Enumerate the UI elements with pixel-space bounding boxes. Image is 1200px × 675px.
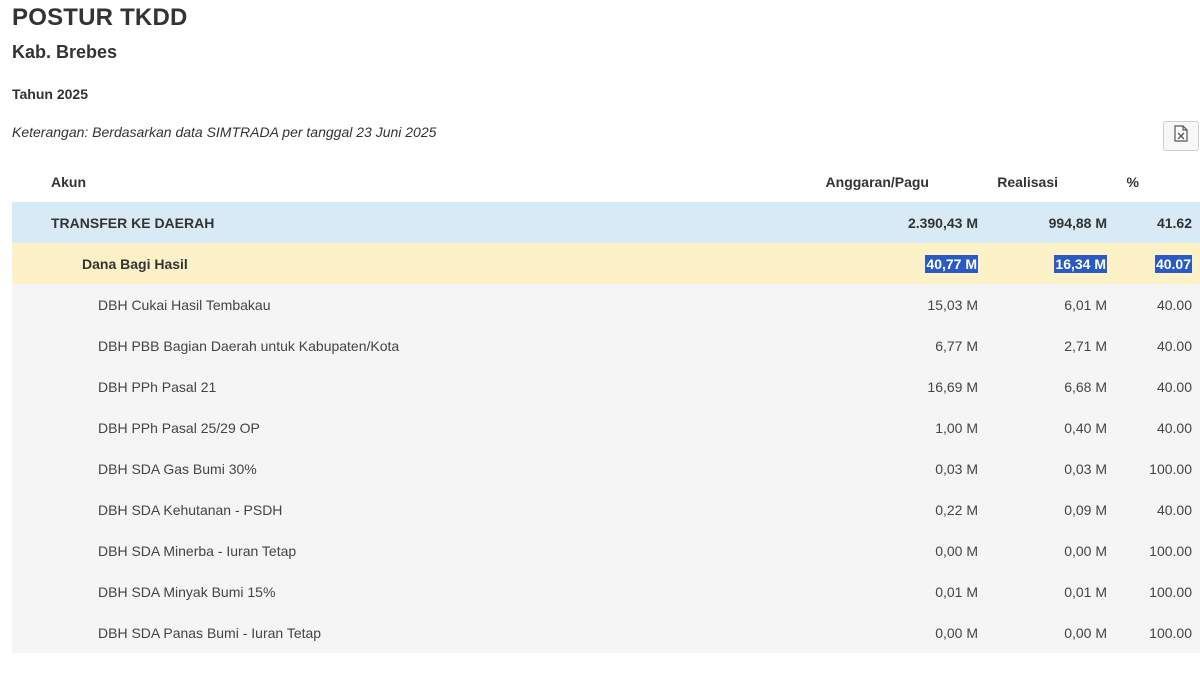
table-row-dana-bagi-hasil[interactable]: Dana Bagi Hasil 40,77 M 16,34 M 40.07 <box>12 243 1200 284</box>
table-row[interactable]: DBH SDA Minyak Bumi 15% 0,01 M 0,01 M 10… <box>12 571 1200 612</box>
data-source-note: Keterangan: Berdasarkan data SIMTRADA pe… <box>12 124 437 140</box>
year-label: Tahun 2025 <box>12 86 88 102</box>
row-pagu: 1,00 M <box>935 419 978 436</box>
row-percent: 100.00 <box>1149 460 1192 477</box>
row-realisasi: 2,71 M <box>1064 337 1107 354</box>
row-realisasi: 16,34 M <box>1054 243 1107 284</box>
tkdd-table: Akun Anggaran/Pagu Realisasi % TRANSFER … <box>12 162 1200 653</box>
row-percent: 40.00 <box>1156 337 1192 354</box>
postur-tkdd-page: POSTUR TKDD Kab. Brebes Tahun 2025 Keter… <box>0 0 1200 675</box>
row-realisasi: 6,68 M <box>1064 378 1107 395</box>
row-akun: DBH SDA Minerba - Iuran Tetap <box>98 542 297 559</box>
row-realisasi: 0,00 M <box>1064 624 1107 641</box>
table-row[interactable]: DBH PPh Pasal 25/29 OP 1,00 M 0,40 M 40.… <box>12 407 1200 448</box>
row-percent: 40.00 <box>1156 296 1192 313</box>
table-row[interactable]: DBH SDA Gas Bumi 30% 0,03 M 0,03 M 100.0… <box>12 448 1200 489</box>
row-akun: DBH Cukai Hasil Tembakau <box>98 296 271 313</box>
column-header-realisasi: Realisasi <box>997 174 1058 190</box>
column-header-pagu: Anggaran/Pagu <box>825 174 929 190</box>
row-akun: DBH PPh Pasal 21 <box>98 378 217 395</box>
row-akun: DBH PBB Bagian Daerah untuk Kabupaten/Ko… <box>98 337 400 354</box>
row-akun: TRANSFER KE DAERAH <box>51 214 215 231</box>
table-row[interactable]: DBH PBB Bagian Daerah untuk Kabupaten/Ko… <box>12 325 1200 366</box>
table-row[interactable]: DBH PPh Pasal 21 16,69 M 6,68 M 40.00 <box>12 366 1200 407</box>
table-row[interactable]: DBH SDA Panas Bumi - Iuran Tetap 0,00 M … <box>12 612 1200 653</box>
row-akun: DBH PPh Pasal 25/29 OP <box>98 419 260 436</box>
column-header-akun: Akun <box>51 174 86 190</box>
page-title: POSTUR TKDD <box>12 4 188 31</box>
selected-text: 16,34 M <box>1054 254 1107 273</box>
row-percent: 41.62 <box>1156 214 1192 231</box>
row-realisasi: 0,01 M <box>1064 583 1107 600</box>
table-row[interactable]: DBH SDA Minerba - Iuran Tetap 0,00 M 0,0… <box>12 530 1200 571</box>
row-pagu: 0,03 M <box>935 460 978 477</box>
table-row[interactable]: DBH Cukai Hasil Tembakau 15,03 M 6,01 M … <box>12 284 1200 325</box>
row-pagu: 15,03 M <box>927 296 978 313</box>
region-subtitle: Kab. Brebes <box>12 42 118 62</box>
table-row[interactable]: DBH SDA Kehutanan - PSDH 0,22 M 0,09 M 4… <box>12 489 1200 530</box>
row-percent: 40.00 <box>1156 419 1192 436</box>
row-percent: 100.00 <box>1149 542 1192 559</box>
row-pagu: 6,77 M <box>935 337 978 354</box>
row-percent: 100.00 <box>1149 583 1192 600</box>
row-akun: Dana Bagi Hasil <box>82 255 188 272</box>
row-akun: DBH SDA Gas Bumi 30% <box>98 460 257 477</box>
table-header-row: Akun Anggaran/Pagu Realisasi % <box>12 162 1200 202</box>
row-realisasi: 0,09 M <box>1064 501 1107 518</box>
row-pagu: 0,00 M <box>935 624 978 641</box>
selected-text: 40.07 <box>1154 254 1192 273</box>
row-percent: 100.00 <box>1149 624 1192 641</box>
row-pagu: 0,00 M <box>935 542 978 559</box>
row-akun: DBH SDA Panas Bumi - Iuran Tetap <box>98 624 322 641</box>
row-realisasi: 994,88 M <box>1048 214 1107 231</box>
export-excel-button[interactable] <box>1163 121 1199 151</box>
row-pagu: 40,77 M <box>925 243 978 284</box>
table-row-transfer-ke-daerah[interactable]: TRANSFER KE DAERAH 2.390,43 M 994,88 M 4… <box>12 202 1200 243</box>
row-percent: 40.07 <box>1154 243 1192 284</box>
selected-text: 40,77 M <box>925 254 978 273</box>
row-pagu: 0,01 M <box>935 583 978 600</box>
row-akun: DBH SDA Kehutanan - PSDH <box>98 501 283 518</box>
row-realisasi: 0,00 M <box>1064 542 1107 559</box>
row-akun: DBH SDA Minyak Bumi 15% <box>98 583 276 600</box>
row-pagu: 0,22 M <box>935 501 978 518</box>
row-realisasi: 6,01 M <box>1064 296 1107 313</box>
column-header-percent: % <box>1126 174 1139 190</box>
row-percent: 40.00 <box>1156 378 1192 395</box>
excel-file-icon <box>1174 125 1188 147</box>
row-pagu: 16,69 M <box>927 378 978 395</box>
row-pagu: 2.390,43 M <box>907 214 978 231</box>
row-percent: 40.00 <box>1156 501 1192 518</box>
row-realisasi: 0,40 M <box>1064 419 1107 436</box>
row-realisasi: 0,03 M <box>1064 460 1107 477</box>
